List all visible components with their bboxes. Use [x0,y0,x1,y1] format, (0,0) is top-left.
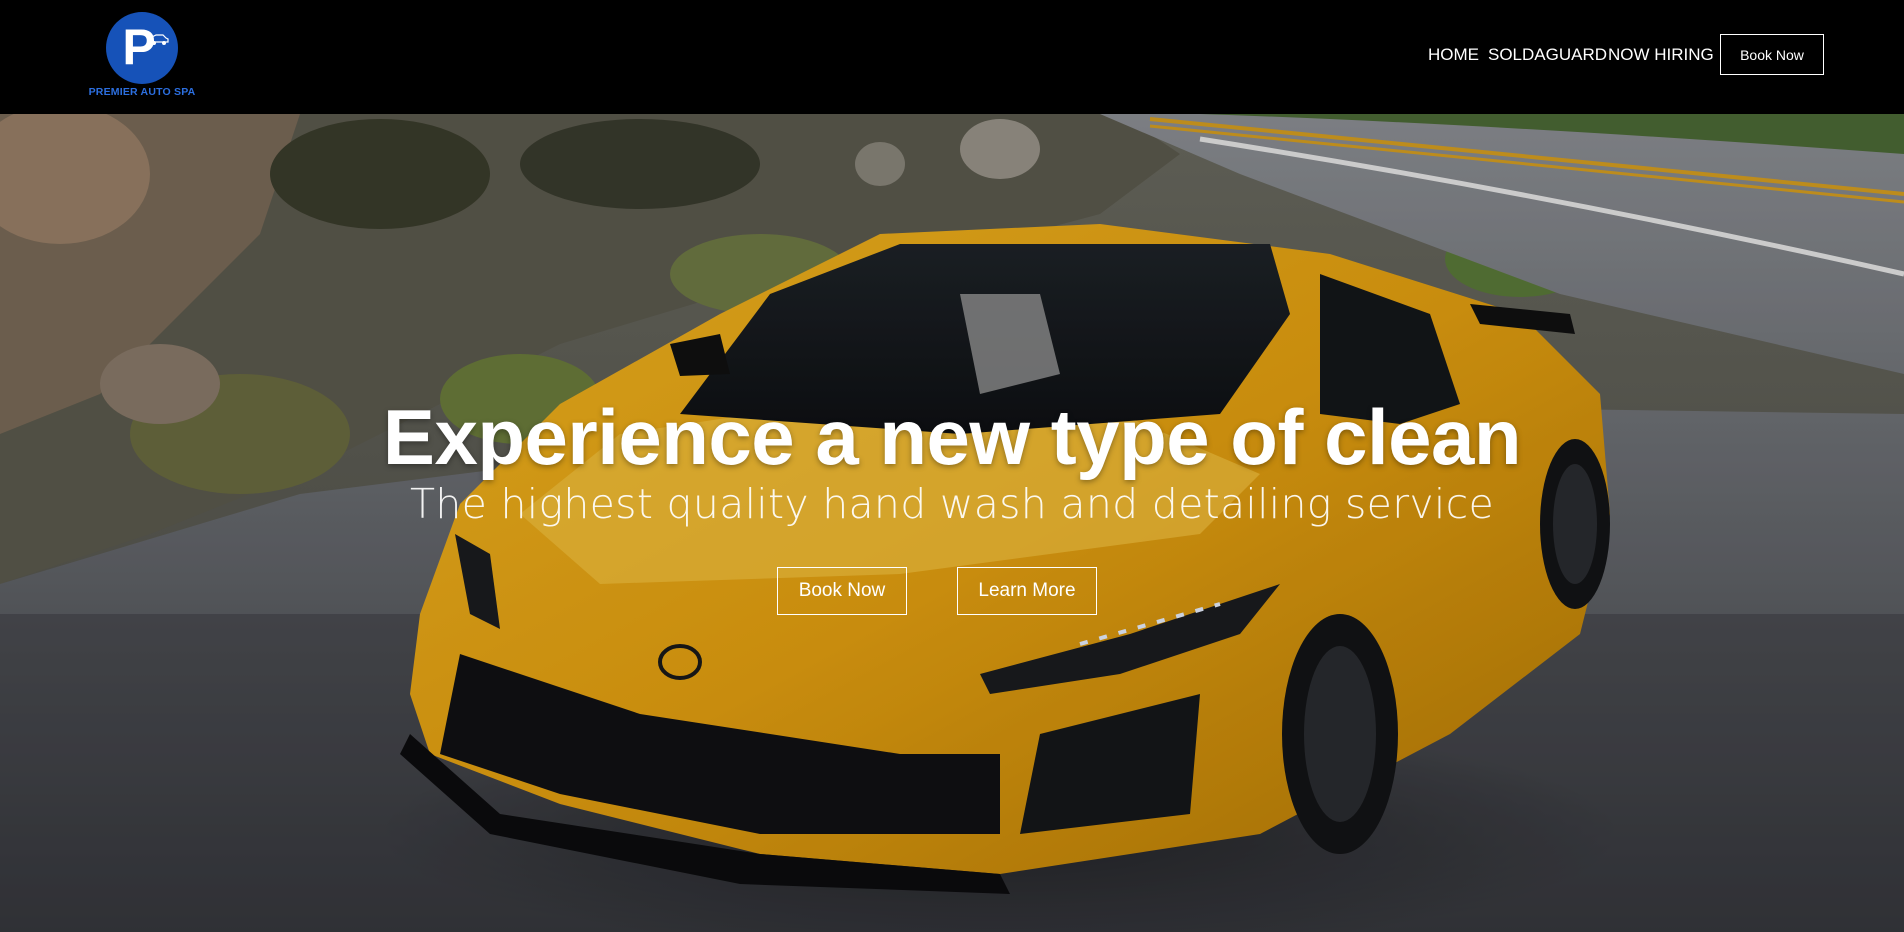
car-icon [149,34,169,45]
nav-book-now-button[interactable]: Book Now [1720,34,1824,75]
hero-learn-more-button[interactable]: Learn More [957,567,1097,615]
logo[interactable]: P PREMIER AUTO SPA [89,12,195,100]
nav-home[interactable]: HOME [1428,45,1488,65]
logo-text: PREMIER AUTO SPA [88,86,196,98]
site-header: P PREMIER AUTO SPA HOME SOLDAGUARD NOW H… [0,0,1904,114]
nav-now-hiring[interactable]: NOW HIRING [1608,45,1718,65]
logo-letter: P [122,19,156,75]
hero-book-now-button[interactable]: Book Now [777,567,907,615]
nav-soldaguard[interactable]: SOLDAGUARD [1488,45,1608,65]
hero-subtitle: The highest quality hand wash and detail… [409,480,1494,528]
hero-section: Experience a new type of clean The highe… [0,114,1904,932]
logo-badge: P [106,12,178,84]
hero-title: Experience a new type of clean [382,393,1522,481]
